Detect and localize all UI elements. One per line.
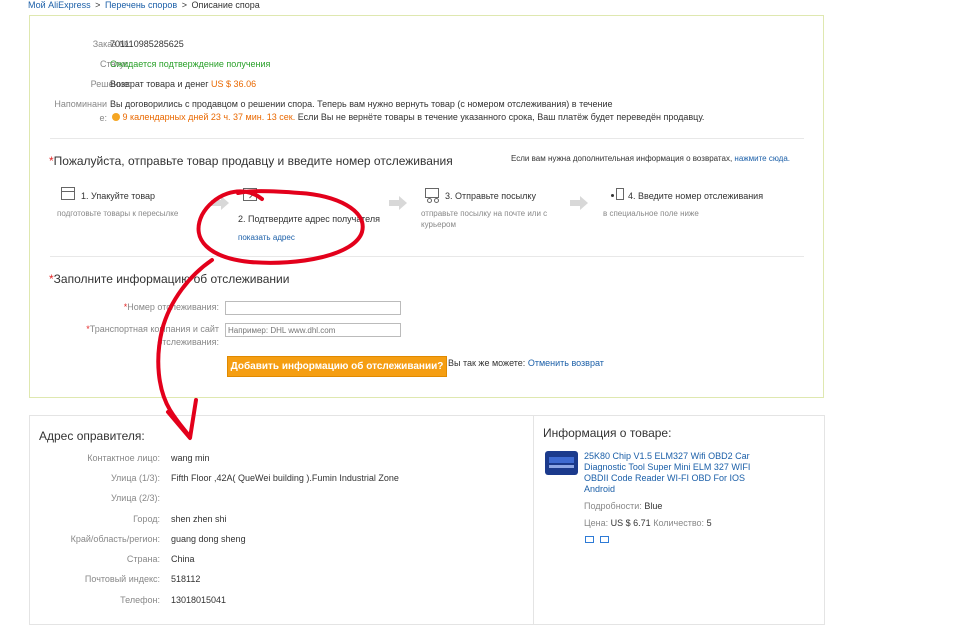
cancel-return-link[interactable]: Отменить возврат (528, 358, 604, 368)
carrier-input[interactable] (225, 323, 401, 337)
postal-value: 518112 (171, 574, 201, 584)
reminder-label: Напоминани (54, 99, 107, 109)
edit-icon (243, 188, 257, 201)
divider (50, 138, 804, 139)
step-arrow-icon-head (221, 196, 229, 210)
clock-icon (112, 113, 120, 121)
reminder-label-cont: е: (99, 113, 107, 123)
region-value: guang dong sheng (171, 534, 246, 544)
decision-value: Возврат товара и денег US $ 36.06 (110, 79, 256, 89)
details-label: Подробности: (584, 501, 642, 511)
steps-section-title: *Пожалуйста, отправьте товар продавцу и … (49, 154, 453, 168)
contact-label: Контактное лицо: (87, 453, 160, 463)
breadcrumb-separator: > (181, 0, 187, 10)
tracking-section-title: *Заполните информацию об отслеживании (49, 272, 289, 286)
reminder-line1: Вы договорились с продавцом о решении сп… (110, 99, 613, 109)
phone-value: 13018015041 (171, 595, 227, 605)
postal-label: Почтовый индекс: (84, 574, 160, 584)
divider (50, 256, 804, 257)
country-value: China (171, 554, 195, 564)
product-price-qty: Цена: US $ 6.71 Количество: 5 (584, 518, 712, 528)
country-label: Страна: (126, 554, 160, 564)
step2-title: 2. Подтвердите адрес получателя (238, 214, 380, 224)
step3-desc: отправьте посылку на почте или с курьеро… (421, 209, 548, 229)
return-help: Если вам нужна дополнительная информация… (511, 154, 790, 163)
tracking-number-label-text: Номер отслеживания: (127, 302, 219, 312)
street2-label: Улица (2/3): (110, 493, 160, 503)
product-thumbnail[interactable] (545, 451, 578, 475)
carrier-label-text: Транспортная компания и сайт (89, 324, 219, 334)
order-number: 701110985285625 (110, 39, 184, 49)
truck-icon (425, 188, 439, 203)
steps-title-text: Пожалуйста, отправьте товар продавцу и в… (53, 154, 453, 168)
decision-text: Возврат товара и денег (110, 79, 209, 89)
street1-label: Улица (1/3): (110, 473, 160, 483)
qty-value: 5 (706, 518, 712, 528)
breadcrumb-separator: > (95, 0, 101, 10)
product-panel: Информация о товаре: 25K80 Chip V1.5 ELM… (533, 415, 825, 625)
product-title: Информация о товаре: (543, 426, 672, 440)
contact-value: wang min (171, 453, 210, 463)
city-label: Город: (133, 514, 160, 524)
shipping-icon (585, 536, 594, 543)
carrier-label: *Транспортная компания и сайт (60, 324, 219, 334)
step4-desc: в специальное поле ниже (603, 209, 699, 218)
sender-address-panel: Адрес оправителя: Контактное лицо: wang … (29, 415, 534, 625)
step-arrow-icon-head (399, 196, 407, 210)
street1-value: Fifth Floor ,42A( QueWei building ).Fumi… (171, 473, 399, 483)
tracking-title-text: Заполните информацию об отслеживании (53, 272, 290, 286)
step-arrow-icon (211, 200, 221, 206)
step1-desc: подготовьте товары к пересылке (57, 209, 179, 218)
show-address-link[interactable]: показать адрес (238, 232, 295, 243)
status-value: Ожидается подтверждение получения (110, 59, 271, 69)
product-name-link[interactable]: 25K80 Chip V1.5 ELM327 Wifi OBD2 Car Dia… (584, 451, 764, 495)
product-details: Подробности: Blue (584, 501, 662, 511)
tracking-number-label: *Номер отслеживания: (60, 302, 219, 312)
price-value: US $ 6.71 (610, 518, 651, 528)
carrier-label-cont: отслеживания: (157, 337, 219, 347)
reminder-line2: 9 календарных дней 23 ч. 37 мин. 13 сек.… (112, 112, 704, 122)
reminder-warning: Если Вы не вернёте товары в течение указ… (297, 112, 705, 122)
reminder-countdown: 9 календарных дней 23 ч. 37 мин. 13 сек. (122, 112, 296, 122)
step3-title: 3. Отправьте посылку (445, 191, 536, 201)
qty-label: Количество: (653, 518, 705, 528)
region-label: Край/область/регион: (70, 534, 160, 544)
breadcrumb-my-aliexpress[interactable]: Мой AliExpress (28, 0, 91, 10)
dispute-panel: Заказ №: 701110985285625 Статус: Ожидает… (29, 15, 824, 398)
sender-title: Адрес оправителя: (39, 429, 145, 443)
decision-amount: US $ 36.06 (211, 79, 257, 89)
also-text: Вы так же можете: (448, 358, 526, 368)
city-value: shen zhen shi (171, 514, 227, 524)
price-label: Цена: (584, 518, 609, 528)
step4-title: 4. Введите номер отслеживания (628, 191, 764, 201)
phone-label: Телефон: (120, 595, 160, 605)
breadcrumb: Мой AliExpress > Перечень споров > Описа… (28, 0, 260, 10)
step1-title: 1. Упакуйте товар (81, 191, 156, 201)
step-arrow-icon (389, 200, 399, 206)
step-arrow-icon (570, 200, 580, 206)
tracking-number-input[interactable] (225, 301, 401, 315)
step-arrow-icon-head (580, 196, 588, 210)
card-icon (600, 536, 609, 543)
return-help-text: Если вам нужна дополнительная информация… (511, 154, 733, 163)
return-help-link[interactable]: нажмите сюда. (734, 154, 790, 163)
box-icon (61, 187, 75, 200)
breadcrumb-current: Описание спора (191, 0, 260, 10)
pencil-icon (611, 188, 624, 200)
alternative-actions: Вы так же можете: Отменить возврат (448, 358, 604, 368)
add-tracking-button[interactable]: Добавить информацию об отслеживании? (227, 356, 447, 377)
details-value: Blue (644, 501, 663, 511)
breadcrumb-disputes[interactable]: Перечень споров (105, 0, 177, 10)
